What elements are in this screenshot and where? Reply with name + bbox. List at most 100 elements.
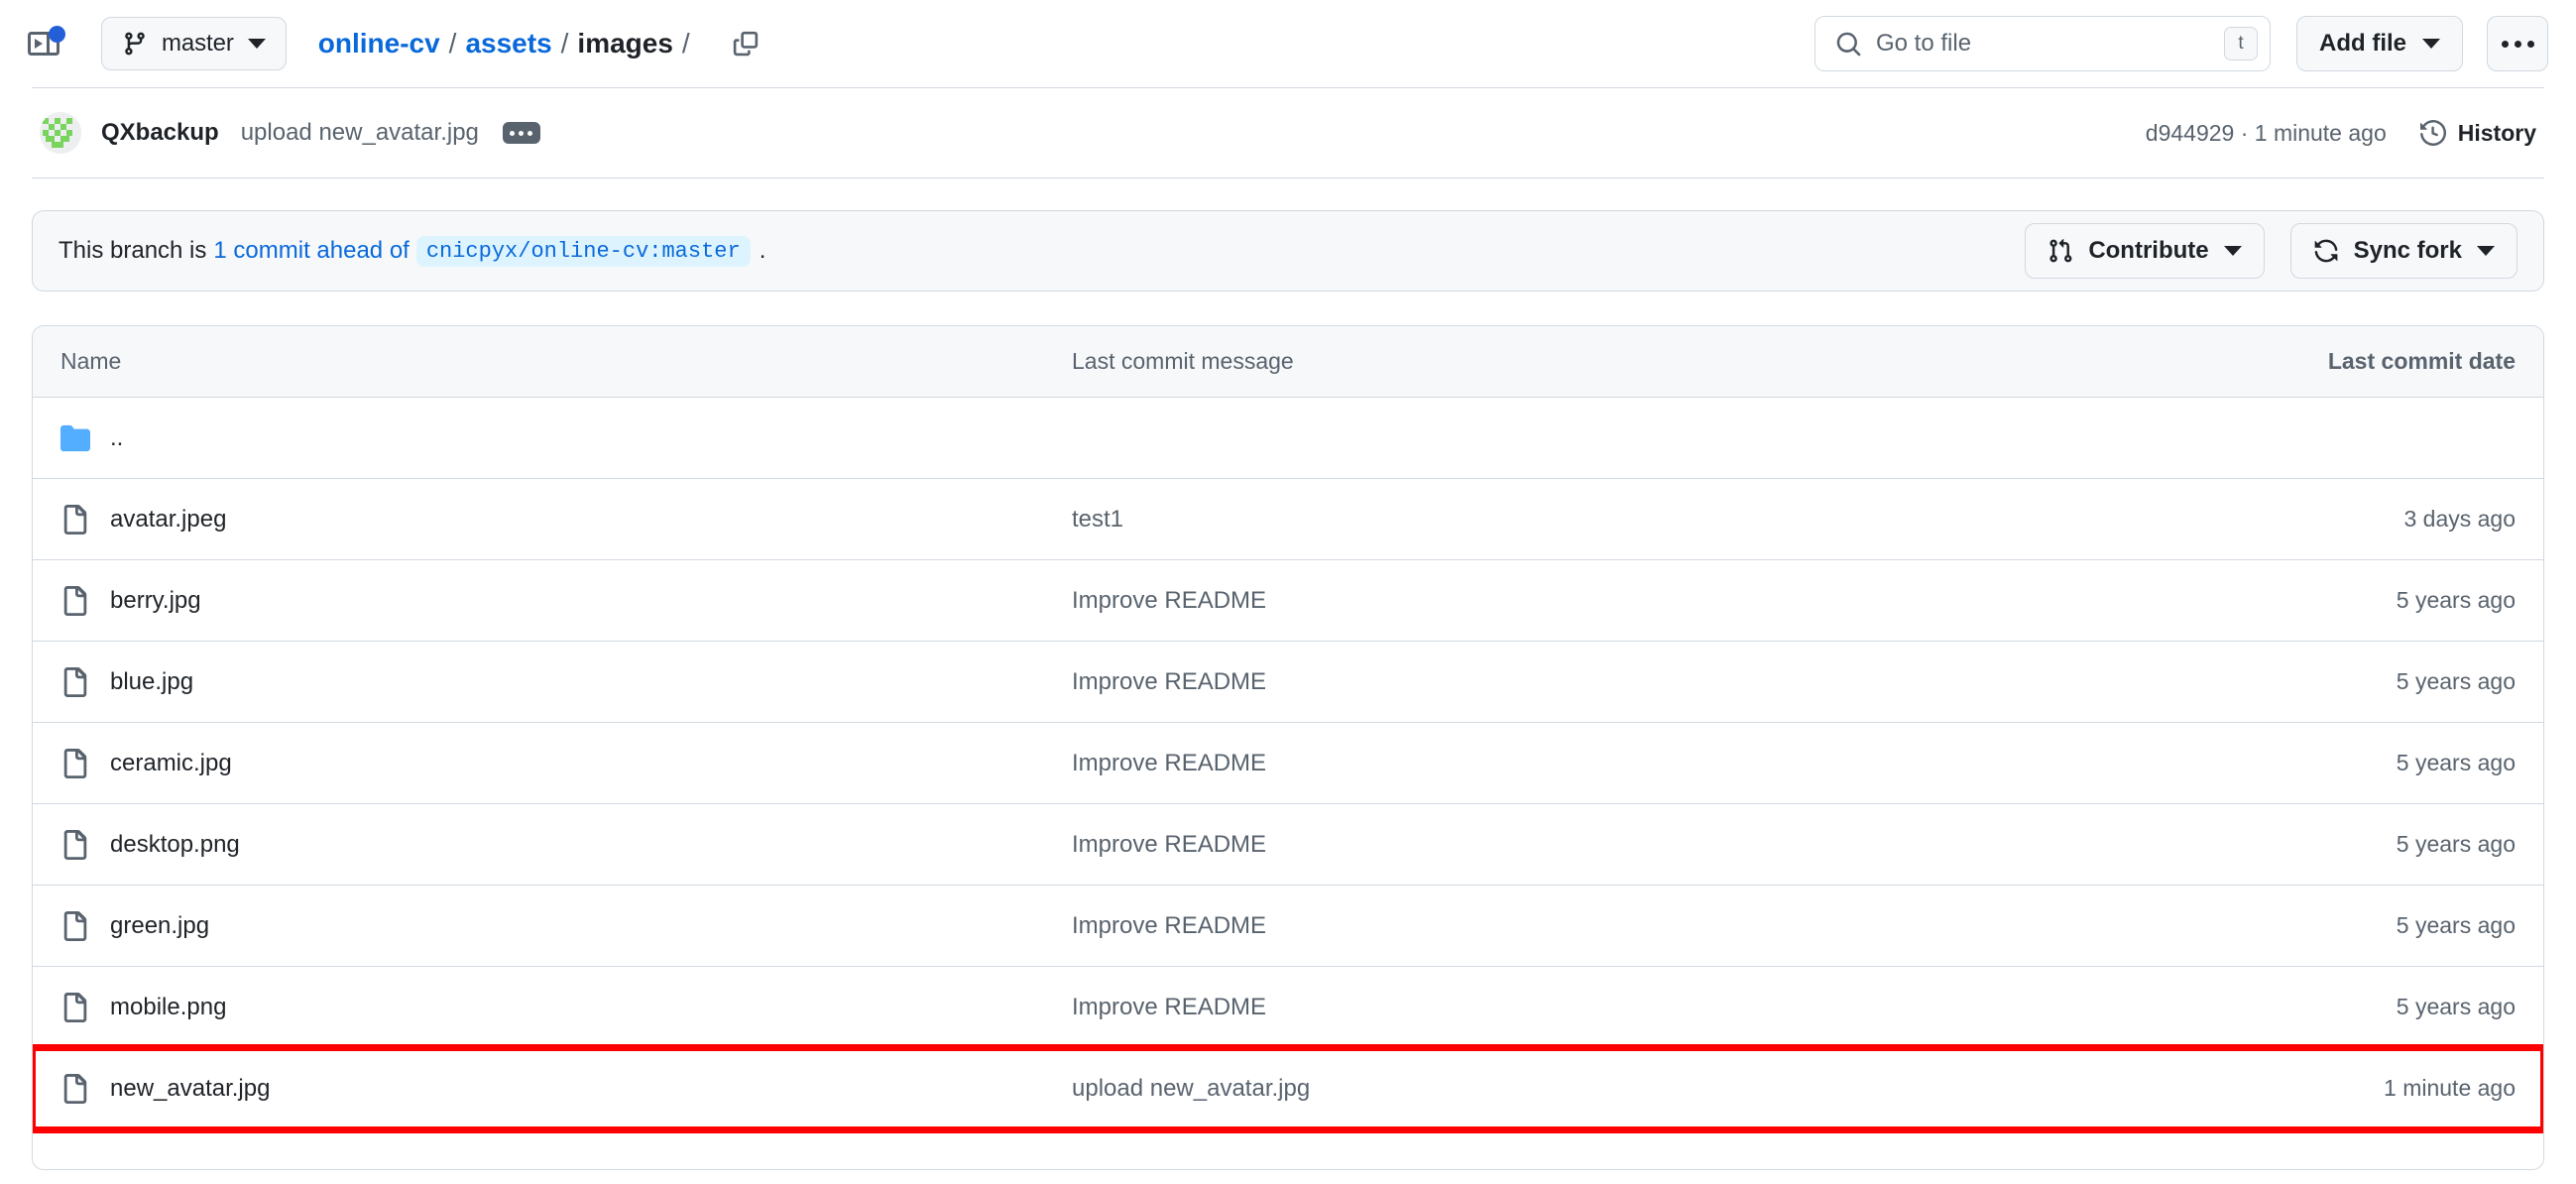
breadcrumb: online-cv / assets / images / [318, 28, 699, 59]
commit-date-cell: 5 years ago [2396, 831, 2516, 857]
ellipsis-dot [2501, 40, 2509, 48]
file-name-cell: desktop.png [60, 829, 1072, 860]
file-name[interactable]: avatar.jpeg [110, 506, 226, 533]
commit-message-cell[interactable]: upload new_avatar.jpg [1072, 1075, 2218, 1103]
file-name-cell: ceramic.jpg [60, 748, 1072, 778]
table-row-highlighted[interactable]: new_avatar.jpg upload new_avatar.jpg 1 m… [33, 1044, 2543, 1133]
sidebar-expand-icon[interactable] [16, 16, 71, 71]
commit-message-cell[interactable]: Improve README [1072, 668, 2218, 696]
sync-icon [2314, 239, 2337, 263]
file-listing-table: Name Last commit message Last commit dat… [32, 325, 2544, 1170]
folder-icon [60, 424, 90, 451]
file-name[interactable]: green.jpg [110, 912, 209, 940]
history-link[interactable]: History [2419, 119, 2536, 147]
commit-hash-and-time[interactable]: d944929 · 1 minute ago [2146, 120, 2387, 147]
table-row[interactable]: mobile.png Improve README 5 years ago [33, 967, 2543, 1048]
column-header-date: Last commit date [2327, 348, 2516, 374]
branch-selector-button[interactable]: master [101, 17, 287, 70]
table-row[interactable]: blue.jpg Improve README 5 years ago [33, 642, 2543, 723]
banner-suffix: . [759, 237, 766, 264]
commit-message-cell[interactable]: Improve README [1072, 831, 2218, 859]
column-header-name: Name [60, 348, 122, 374]
file-name[interactable]: berry.jpg [110, 587, 201, 615]
breadcrumb-item-assets[interactable]: assets [465, 28, 551, 59]
contribute-label: Contribute [2088, 237, 2209, 264]
table-row[interactable]: .. [33, 398, 2543, 479]
file-name[interactable]: desktop.png [110, 831, 240, 859]
column-header-message: Last commit message [1072, 348, 1294, 374]
chevron-down-icon [247, 39, 266, 49]
sync-fork-label: Sync fork [2353, 237, 2462, 264]
file-name[interactable]: mobile.png [110, 994, 226, 1021]
file-name-cell: green.jpg [60, 910, 1072, 941]
table-row[interactable]: avatar.jpeg test1 3 days ago [33, 479, 2543, 560]
commit-message-cell[interactable]: Improve README [1072, 750, 2218, 777]
commit-date-cell: 5 years ago [2396, 912, 2516, 938]
chevron-down-icon [2422, 39, 2440, 49]
notification-dot [49, 26, 65, 43]
ellipsis-dot [519, 130, 525, 136]
table-row[interactable]: berry.jpg Improve README 5 years ago [33, 560, 2543, 642]
commit-date-cell: 5 years ago [2396, 587, 2516, 613]
commit-message-cell[interactable]: Improve README [1072, 994, 2218, 1021]
file-icon [63, 1073, 87, 1104]
file-name-cell: mobile.png [60, 992, 1072, 1022]
breadcrumb-separator-trailing: / [681, 28, 690, 59]
commits-ahead-link[interactable]: 1 commit ahead of [206, 237, 415, 265]
ellipsis-dot [510, 130, 516, 136]
ellipsis-dot [2526, 40, 2534, 48]
commit-author-name[interactable]: QXbackup [101, 119, 219, 147]
file-icon [63, 748, 87, 778]
commit-message-cell[interactable]: Improve README [1072, 587, 2218, 615]
breadcrumb-separator: / [448, 28, 457, 59]
commit-message-cell[interactable]: Improve README [1072, 912, 2218, 940]
file-name[interactable]: blue.jpg [110, 668, 193, 696]
file-icon [63, 829, 87, 860]
commit-date-cell: 3 days ago [2403, 506, 2516, 532]
git-branch-icon [125, 32, 145, 56]
file-icon [63, 504, 87, 534]
chevron-down-icon [2477, 246, 2495, 256]
file-name-cell: blue.jpg [60, 666, 1072, 697]
commit-date-cell: 1 minute ago [2384, 1075, 2516, 1101]
search-placeholder: Go to file [1876, 30, 1972, 57]
file-icon [63, 585, 87, 616]
branch-status-text: This branch is 1 commit ahead of cnicpyx… [59, 235, 766, 267]
search-input[interactable]: Go to file t [1815, 16, 2271, 71]
copy-icon[interactable] [721, 19, 770, 68]
commit-date-cell: 5 years ago [2396, 668, 2516, 694]
add-file-label: Add file [2319, 30, 2406, 57]
history-label: History [2457, 119, 2536, 146]
file-name-cell: .. [60, 423, 1072, 453]
table-row[interactable] [33, 1129, 2543, 1169]
file-icon [63, 666, 87, 697]
commit-message[interactable]: upload new_avatar.jpg [241, 119, 479, 147]
file-name-cell: new_avatar.jpg [60, 1073, 1072, 1104]
table-row[interactable]: desktop.png Improve README 5 years ago [33, 804, 2543, 886]
git-pull-request-icon [2049, 238, 2072, 263]
breadcrumb-item-repo[interactable]: online-cv [318, 28, 440, 59]
search-shortcut-key: t [2224, 27, 2258, 60]
table-row[interactable]: green.jpg Improve README 5 years ago [33, 886, 2543, 967]
sync-fork-button[interactable]: Sync fork [2289, 223, 2517, 279]
commit-date-cell: 5 years ago [2396, 994, 2516, 1019]
more-options-button[interactable] [2487, 16, 2548, 71]
file-name[interactable]: .. [110, 424, 123, 452]
contribute-button[interactable]: Contribute [2025, 223, 2265, 279]
commit-date-cell: 5 years ago [2396, 750, 2516, 775]
file-name[interactable]: new_avatar.jpg [110, 1075, 270, 1103]
breadcrumb-separator: / [560, 28, 569, 59]
add-file-button[interactable]: Add file [2296, 16, 2463, 71]
commit-expand-button[interactable] [502, 122, 540, 144]
banner-prefix: This branch is [59, 237, 207, 264]
top-bar: master online-cv / assets / images / Go … [0, 0, 2576, 87]
file-name[interactable]: ceramic.jpg [110, 750, 232, 777]
commit-message-cell[interactable]: test1 [1072, 506, 2218, 533]
upstream-branch-chip[interactable]: cnicpyx/online-cv:master [415, 235, 751, 267]
table-row[interactable]: ceramic.jpg Improve README 5 years ago [33, 723, 2543, 804]
avatar[interactable] [40, 112, 81, 154]
ellipsis-dot [2514, 40, 2521, 48]
table-header-row: Name Last commit message Last commit dat… [33, 326, 2543, 398]
search-icon [1836, 32, 1861, 56]
ellipsis-dot [527, 130, 533, 136]
